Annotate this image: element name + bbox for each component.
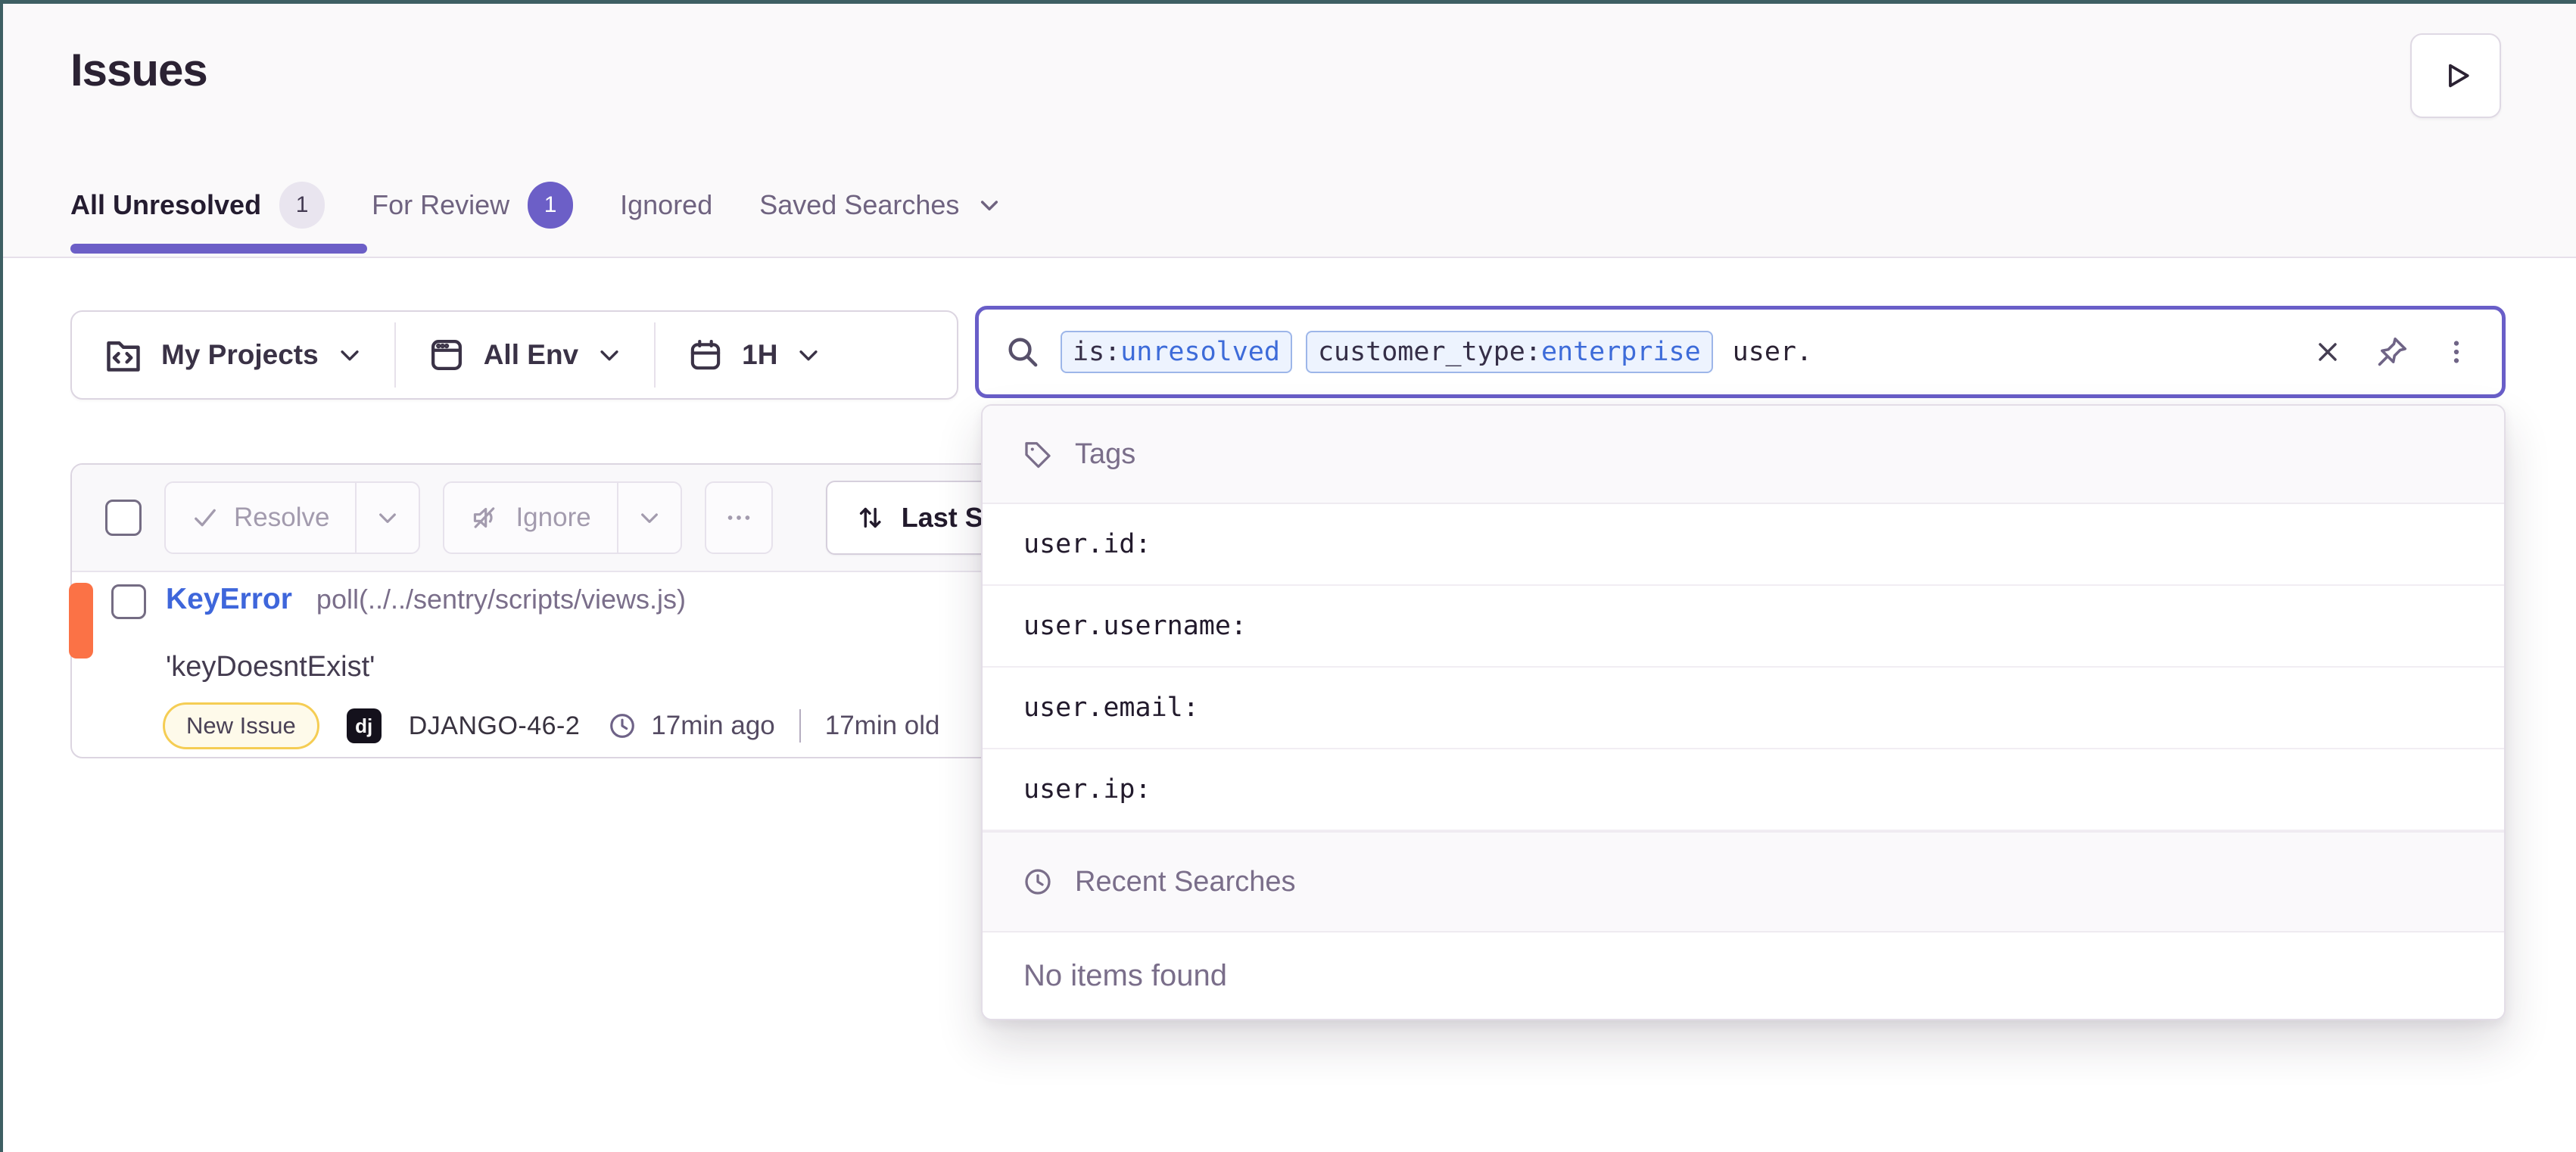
clock-icon [607, 711, 637, 741]
search-icon [1005, 334, 1041, 370]
time-divider [799, 709, 801, 743]
tab-count-badge: 1 [528, 182, 573, 229]
replay-tour-button[interactable] [2410, 33, 2501, 118]
search-typed-text[interactable]: user. [1733, 337, 1812, 367]
active-tab-underline [70, 244, 367, 254]
token-value: unresolved [1120, 337, 1280, 367]
ignore-dropdown-button[interactable] [617, 483, 681, 553]
tab-label: Ignored [620, 189, 712, 221]
autocomplete-item-user-username[interactable]: user.username: [983, 586, 2504, 668]
search-token[interactable]: customer_type:enterprise [1306, 331, 1713, 373]
token-value: enterprise [1541, 337, 1701, 367]
issue-times: 17min ago 17min old [607, 709, 939, 743]
issue-meta-row: New Issue dj DJANGO-46-2 17min ago 17min… [163, 702, 940, 749]
issue-search-bar[interactable]: is:unresolved customer_type:enterprise u… [975, 306, 2506, 398]
more-actions-button[interactable] [705, 481, 773, 554]
issue-location: poll(../../sentry/scripts/views.js) [316, 584, 686, 615]
autocomplete-item-user-id[interactable]: user.id: [983, 504, 2504, 586]
ignore-button[interactable]: Ignore [444, 483, 616, 553]
search-autocomplete-dropdown: Tags user.id: user.username: user.email:… [981, 404, 2506, 1020]
checkmark-icon [192, 504, 219, 531]
resolve-button[interactable]: Resolve [166, 483, 355, 553]
project-filter-label: My Projects [161, 339, 319, 371]
tags-section-title: Tags [1075, 438, 1135, 471]
tab-saved-searches[interactable]: Saved Searches [759, 189, 1001, 221]
environment-filter-dropdown[interactable]: All Env [396, 312, 654, 398]
search-menu-button[interactable] [2441, 337, 2472, 367]
select-all-checkbox[interactable] [105, 500, 142, 536]
recent-searches-empty-state: No items found [983, 932, 2504, 1019]
resolve-label: Resolve [234, 503, 329, 533]
filter-bar: My Projects All Env [70, 310, 958, 400]
projects-icon [104, 335, 143, 375]
sort-arrows-icon [855, 503, 885, 533]
issue-age: 17min old [825, 711, 940, 741]
tab-label: For Review [372, 189, 509, 221]
django-platform-icon: dj [347, 708, 382, 743]
project-short-id[interactable]: DJANGO-46-2 [409, 711, 581, 741]
recent-searches-title: Recent Searches [1075, 866, 1296, 898]
search-token-list: is:unresolved customer_type:enterprise [1061, 331, 1713, 373]
token-key: customer_type: [1318, 337, 1541, 367]
pin-search-button[interactable] [2375, 335, 2409, 369]
tab-label: All Unresolved [70, 189, 261, 221]
search-token[interactable]: is:unresolved [1061, 331, 1292, 373]
new-issue-badge: New Issue [163, 702, 319, 749]
issue-headline: KeyError poll(../../sentry/scripts/views… [166, 583, 686, 616]
time-range-label: 1H [742, 339, 777, 371]
mute-icon [470, 503, 500, 533]
issue-select-checkbox[interactable] [111, 584, 146, 619]
token-key: is: [1073, 337, 1120, 367]
tab-count-badge: 1 [279, 182, 325, 229]
tab-for-review[interactable]: For Review 1 [372, 182, 573, 229]
time-range-dropdown[interactable]: 1H [656, 312, 853, 398]
chevron-down-icon [596, 342, 622, 368]
tags-section-header: Tags [983, 406, 2504, 504]
recent-searches-section-header: Recent Searches [983, 831, 2504, 932]
chevron-down-icon [796, 342, 821, 368]
clear-search-button[interactable] [2313, 337, 2343, 367]
issue-message: 'keyDoesntExist' [166, 651, 375, 683]
search-actions [2313, 335, 2476, 369]
error-level-bar [69, 583, 93, 659]
issues-tabs: All Unresolved 1 For Review 1 Ignored Sa… [70, 182, 1001, 229]
resolve-dropdown-button[interactable] [355, 483, 419, 553]
environment-filter-label: All Env [484, 339, 578, 371]
resolve-split-button: Resolve [164, 481, 420, 554]
chevron-down-icon [977, 193, 1001, 217]
screen-edge-left [0, 0, 3, 1152]
chevron-down-icon [337, 342, 363, 368]
window-icon [428, 336, 466, 374]
tab-label: Saved Searches [759, 189, 959, 221]
play-icon [2439, 59, 2472, 92]
autocomplete-item-user-email[interactable]: user.email: [983, 668, 2504, 749]
tab-all-unresolved[interactable]: All Unresolved 1 [70, 182, 325, 229]
issue-last-seen: 17min ago [651, 711, 774, 741]
tag-icon [1022, 438, 1054, 470]
calendar-icon [687, 337, 724, 373]
project-filter-dropdown[interactable]: My Projects [72, 312, 394, 398]
issue-title-link[interactable]: KeyError [166, 583, 292, 616]
ignore-label: Ignore [516, 503, 590, 533]
ignore-split-button: Ignore [443, 481, 681, 554]
autocomplete-item-user-ip[interactable]: user.ip: [983, 749, 2504, 831]
tab-ignored[interactable]: Ignored [620, 189, 712, 221]
page-title: Issues [70, 44, 207, 96]
clock-icon [1022, 866, 1054, 898]
screen-edge-top [0, 0, 2576, 4]
